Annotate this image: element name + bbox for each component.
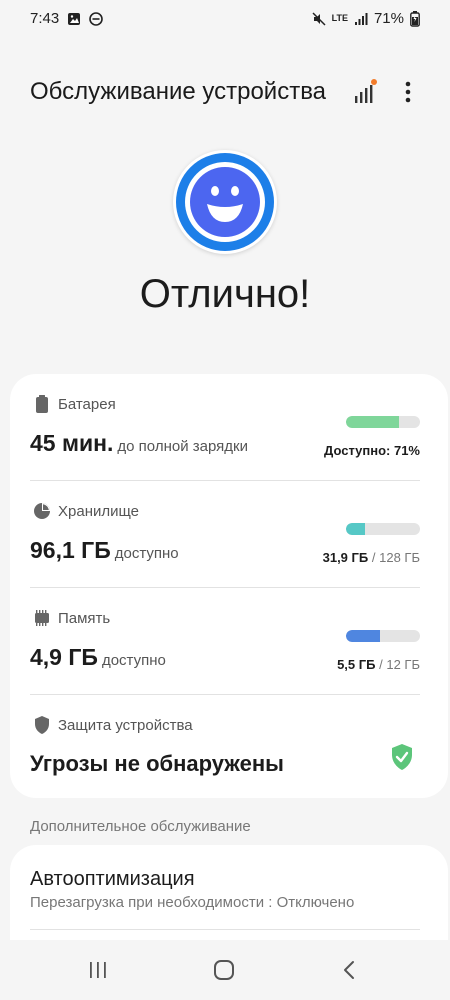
storage-used: 31,9 ГБ xyxy=(322,550,369,565)
network-type: LTE xyxy=(331,13,348,23)
battery-label: Батарея xyxy=(58,396,116,413)
shield-check-icon xyxy=(390,743,414,771)
storage-free-desc: доступно xyxy=(114,545,179,562)
auto-optimization-title: Автооптимизация xyxy=(30,868,195,890)
signal-bars-icon[interactable] xyxy=(350,76,382,108)
status-left: 7:43 xyxy=(30,10,104,27)
storage-level-fill xyxy=(346,523,365,535)
memory-value: 4,9 ГБ доступно xyxy=(30,644,166,671)
security-row[interactable]: Защита устройства Угрозы не обнаружены xyxy=(30,695,420,801)
signal-icon xyxy=(354,12,368,26)
status-right: LTE 71% xyxy=(312,10,420,27)
auto-optimization-subtitle: Перезагрузка при необходимости : Отключе… xyxy=(30,894,355,911)
status-time: 7:43 xyxy=(30,10,60,27)
app-header: Обслуживание устройства xyxy=(0,70,450,120)
storage-row[interactable]: Хранилище 96,1 ГБ доступно 31,9 ГБ / 128 … xyxy=(30,481,420,587)
battery-charging-icon xyxy=(410,10,420,27)
navigation-bar xyxy=(0,940,450,1000)
page-title: Обслуживание устройства xyxy=(30,78,327,105)
smiley-face-icon xyxy=(173,150,277,254)
status-card: Батарея 45 мин. до полной зарядки Доступн… xyxy=(10,374,448,798)
mute-icon xyxy=(312,11,326,26)
section-header: Дополнительное обслуживание xyxy=(30,818,251,835)
shield-icon xyxy=(32,715,52,735)
back-icon[interactable] xyxy=(338,958,362,982)
battery-icon xyxy=(32,394,52,414)
battery-time: 45 мин. xyxy=(30,430,114,456)
pie-chart-icon xyxy=(32,501,52,521)
battery-time-desc: до полной зарядки xyxy=(117,438,248,455)
status-bar: 7:43 LTE 71% xyxy=(0,0,450,40)
battery-available: Доступно: 71% xyxy=(324,443,420,458)
memory-slash: / xyxy=(379,657,383,672)
battery-percent: 71% xyxy=(373,10,404,27)
storage-label: Хранилище xyxy=(58,503,139,520)
storage-free: 96,1 ГБ xyxy=(30,537,111,563)
battery-level-fill xyxy=(346,416,399,428)
memory-usage: 5,5 ГБ / 12 ГБ xyxy=(337,657,420,672)
battery-available-text: Доступно: 71% xyxy=(324,443,420,458)
dnd-icon xyxy=(89,11,104,26)
divider xyxy=(30,929,420,930)
battery-row[interactable]: Батарея 45 мин. до полной зарядки Доступн… xyxy=(30,374,420,480)
storage-usage: 31,9 ГБ / 128 ГБ xyxy=(323,550,420,565)
memory-free: 4,9 ГБ xyxy=(30,644,98,670)
storage-value: 96,1 ГБ доступно xyxy=(30,537,179,564)
security-status: Угрозы не обнаружены xyxy=(30,751,284,776)
battery-value: 45 мин. до полной зарядки xyxy=(30,430,248,457)
storage-slash: / xyxy=(371,550,376,565)
memory-total: 12 ГБ xyxy=(386,657,420,672)
memory-label: Память xyxy=(58,610,111,627)
memory-chip-icon xyxy=(32,608,52,628)
memory-free-desc: доступно xyxy=(101,652,166,669)
memory-row[interactable]: Память 4,9 ГБ доступно 5,5 ГБ / 12 ГБ xyxy=(30,588,420,694)
memory-level-bar xyxy=(346,630,420,642)
storage-total: 128 ГБ xyxy=(379,550,420,565)
memory-level-fill xyxy=(346,630,381,642)
image-icon xyxy=(67,12,81,26)
storage-level-bar xyxy=(346,523,420,535)
more-vert-icon[interactable] xyxy=(396,76,420,108)
auto-optimization-card[interactable]: Автооптимизация Перезагрузка при необход… xyxy=(10,845,448,955)
recent-apps-icon[interactable] xyxy=(86,958,110,982)
home-icon[interactable] xyxy=(212,958,236,982)
memory-used: 5,5 ГБ xyxy=(337,657,376,672)
security-label: Защита устройства xyxy=(58,717,193,734)
overall-status-text: Отлично! xyxy=(139,272,311,316)
battery-level-bar xyxy=(346,416,420,428)
security-value: Угрозы не обнаружены xyxy=(30,751,284,777)
